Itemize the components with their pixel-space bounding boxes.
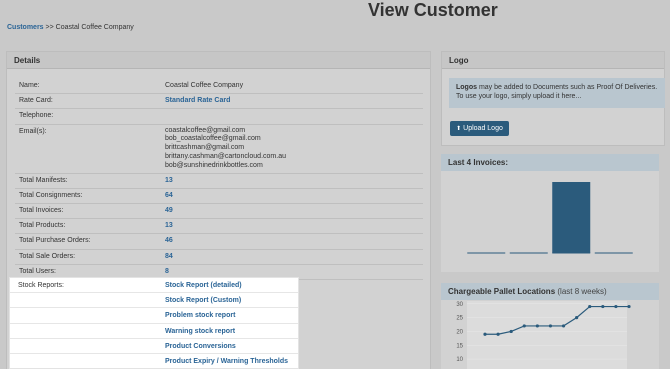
upload-logo-button[interactable]: ⬆ Upload Logo xyxy=(450,121,509,136)
pallet-y-tick: 25 xyxy=(456,316,463,322)
total-manifests-label: Total Manifests: xyxy=(19,176,68,184)
breadcrumb: Customers >> Coastal Coffee Company xyxy=(7,24,134,31)
logo-info-text: may be added to Documents such as Proof … xyxy=(477,84,658,91)
pallet-point xyxy=(561,324,566,328)
stock-report-row: Product Expiry / Warning Thresholds xyxy=(10,354,298,369)
pallet-heading-sub: (last 8 weeks) xyxy=(557,287,607,296)
total-consignments-link[interactable]: 64 xyxy=(165,192,173,199)
detail-row-total-manifests: Total Manifests: 13 xyxy=(15,174,423,189)
total-consignments-label: Total Consignments: xyxy=(19,191,83,199)
detail-row-emails: Email(s): coastalcoffee@gmail.com bob_co… xyxy=(15,125,423,174)
detail-row-total-purchase-orders: Total Purchase Orders: 46 xyxy=(15,234,423,250)
email-item: brittany.cashman@cartoncloud.com.au xyxy=(165,153,286,161)
pallet-panel: Chargeable Pallet Locations (last 8 week… xyxy=(441,283,659,369)
rate-card-label: Rate Card: xyxy=(19,97,53,105)
logo-heading: Logo xyxy=(442,52,664,69)
total-products-link[interactable]: 13 xyxy=(165,222,173,229)
total-purchase-orders-label: Total Purchase Orders: xyxy=(19,237,91,245)
name-label: Name: xyxy=(19,82,40,89)
upload-logo-label: Upload Logo xyxy=(463,125,503,132)
emails-label: Email(s): xyxy=(19,127,47,135)
invoices-panel: Last 4 Invoices: xyxy=(441,154,659,272)
pallet-chart: 30 25 20 15 10 xyxy=(456,301,631,369)
stock-report-detailed-link[interactable]: Stock Report (detailed) xyxy=(165,282,242,289)
page-title: View Customer xyxy=(368,0,498,20)
upload-icon: ⬆ xyxy=(456,126,462,132)
total-sale-orders-label: Total Sale Orders: xyxy=(19,252,76,260)
emails-list: coastalcoffee@gmail.com bob_coastalcoffe… xyxy=(165,127,286,172)
invoices-heading: Last 4 Invoices: xyxy=(441,154,659,171)
stock-reports-label: Stock Reports: xyxy=(18,282,64,289)
detail-row-name: Name: Coastal Coffee Company xyxy=(15,79,423,95)
details-rows: Name: Coastal Coffee Company Rate Card: … xyxy=(15,79,423,280)
pallet-plot-area xyxy=(467,301,627,369)
stock-reports-section: Stock Reports: Stock Report (detailed) S… xyxy=(9,277,299,369)
total-products-label: Total Products: xyxy=(19,222,66,230)
total-sale-orders-link[interactable]: 84 xyxy=(165,253,173,260)
pallet-point xyxy=(575,316,579,320)
pallet-point xyxy=(496,332,500,336)
stock-report-custom-link[interactable]: Stock Report (Custom) xyxy=(165,297,241,304)
pallet-y-tick: 10 xyxy=(456,357,463,363)
total-users-link[interactable]: 8 xyxy=(165,268,169,275)
breadcrumb-customers-link[interactable]: Customers xyxy=(7,24,44,31)
logo-panel: Logo Logos may be added to Documents suc… xyxy=(441,51,665,146)
invoice-bar xyxy=(552,182,591,253)
product-expiry-link[interactable]: Product Expiry / Warning Thresholds xyxy=(165,358,288,365)
pallet-point xyxy=(535,324,539,328)
total-invoices-link[interactable]: 49 xyxy=(165,207,173,214)
pallet-point xyxy=(522,324,526,328)
detail-row-total-products: Total Products: 13 xyxy=(15,219,423,235)
stock-report-row: Product Conversions xyxy=(10,339,298,354)
pallet-y-tick: 30 xyxy=(456,302,463,308)
stock-report-row: Stock Reports: Stock Report (detailed) xyxy=(10,278,298,294)
pallet-point xyxy=(614,304,618,309)
pallet-heading: Chargeable Pallet Locations (last 8 week… xyxy=(441,283,659,300)
invoices-chart xyxy=(467,182,633,254)
email-item: bob_coastalcoffee@gmail.com xyxy=(165,135,261,143)
logo-info-box: Logos may be added to Documents such as … xyxy=(449,78,665,108)
warning-stock-report-link[interactable]: Warning stock report xyxy=(165,328,235,335)
email-item: brittcashman@gmail.com xyxy=(165,144,245,152)
stock-report-row: Problem stock report xyxy=(10,308,298,324)
rate-card-link[interactable]: Standard Rate Card xyxy=(165,97,230,104)
breadcrumb-separator: >> xyxy=(45,24,54,31)
pallet-point xyxy=(509,329,513,334)
pallet-point xyxy=(588,304,592,309)
pallet-point xyxy=(601,304,605,309)
details-heading: Details xyxy=(7,52,430,69)
pallet-point xyxy=(627,304,631,309)
detail-row-rate-card: Rate Card: Standard Rate Card xyxy=(15,94,423,110)
stock-report-row: Stock Report (Custom) xyxy=(10,293,298,309)
pallet-point xyxy=(483,332,487,336)
total-invoices-label: Total Invoices: xyxy=(19,206,64,214)
detail-row-total-consignments: Total Consignments: 64 xyxy=(15,189,423,204)
detail-row-telephone: Telephone: xyxy=(15,109,423,125)
email-item: coastalcoffee@gmail.com xyxy=(165,126,246,134)
name-value: Coastal Coffee Company xyxy=(165,82,244,89)
breadcrumb-current: Coastal Coffee Company xyxy=(55,24,134,31)
pallet-point xyxy=(548,324,553,328)
pallet-y-tick: 15 xyxy=(456,343,463,349)
email-item: bob@sunshinedrinkbottles.com xyxy=(165,162,263,170)
detail-row-total-sale-orders: Total Sale Orders: 84 xyxy=(15,250,423,265)
telephone-label: Telephone: xyxy=(19,112,54,120)
stock-report-row: Warning stock report xyxy=(10,324,298,339)
total-purchase-orders-link[interactable]: 46 xyxy=(165,237,173,244)
logo-info-bold: Logos xyxy=(456,84,477,91)
total-manifests-link[interactable]: 13 xyxy=(165,177,173,184)
problem-stock-report-link[interactable]: Problem stock report xyxy=(165,312,235,319)
product-conversions-link[interactable]: Product Conversions xyxy=(165,343,236,350)
total-users-label: Total Users: xyxy=(19,267,56,275)
logo-info-line2: To use your logo, simply upload it here.… xyxy=(456,93,582,100)
pallet-y-tick: 20 xyxy=(456,329,463,335)
detail-row-total-invoices: Total Invoices: 49 xyxy=(15,204,423,220)
pallet-heading-title: Chargeable Pallet Locations xyxy=(448,287,556,296)
